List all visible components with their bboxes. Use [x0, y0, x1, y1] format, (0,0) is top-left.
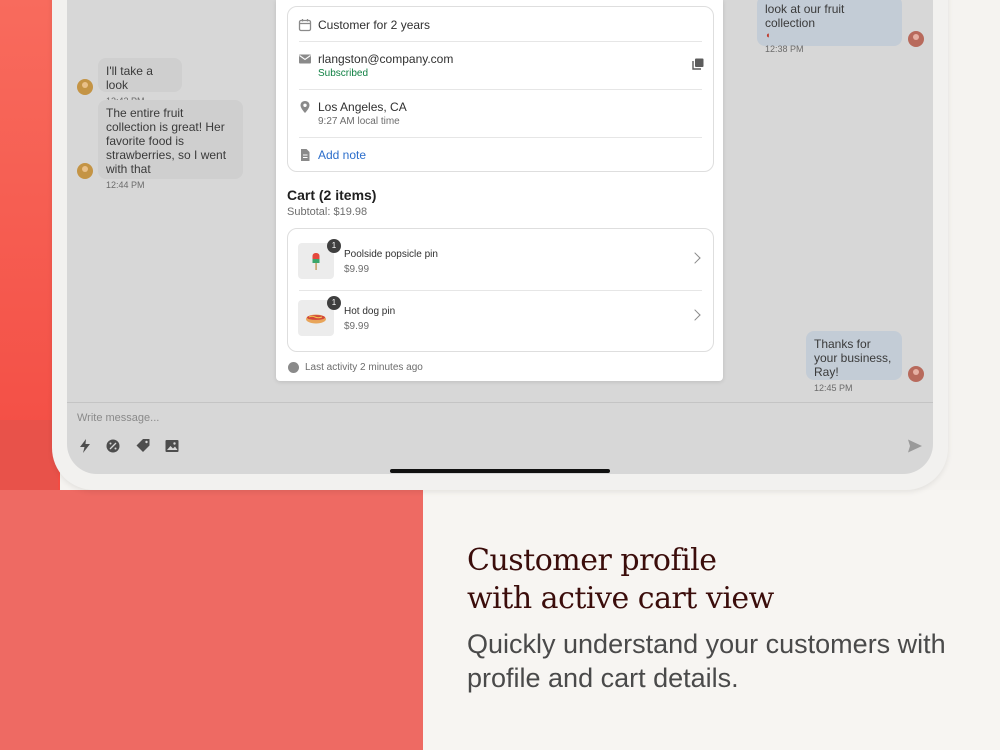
- add-note-link[interactable]: Add note: [318, 148, 366, 162]
- message-bubble: The entire fruit collection is great! He…: [98, 100, 243, 190]
- subscription-status: Subscribed: [318, 68, 369, 79]
- message-time: 12:45 PM: [814, 383, 853, 393]
- message-time: 12:38 PM: [765, 44, 804, 54]
- customer-avatar: [77, 79, 93, 95]
- quantity-badge: 1: [327, 296, 341, 310]
- chevron-right-icon: [689, 252, 701, 264]
- message-bubble: Thanks for your business, Ray! 12:45 PM: [806, 331, 902, 393]
- message-bubble: I'll take a look 12:42 PM: [98, 58, 182, 106]
- cart-item[interactable]: 1 Hot dog pin $9.99: [288, 290, 713, 351]
- message-text: look at our fruit collection: [765, 2, 845, 30]
- watermelon-icon: ◖: [765, 30, 771, 40]
- customer-profile-panel: Customer for 2 years rlangston@company.c…: [276, 0, 723, 381]
- divider: [299, 41, 702, 42]
- message-text: I'll take a look: [106, 64, 153, 92]
- tablet-screen: I'll take a look 12:42 PM The entire fru…: [67, 0, 933, 474]
- message-text: The entire fruit collection is great! He…: [106, 106, 227, 176]
- message-bubble: look at our fruit collection ◖ 12:38 PM: [757, 0, 902, 54]
- cart-item[interactable]: 1 Poolside popsicle pin $9.99: [288, 229, 713, 290]
- customer-location: Los Angeles, CA: [318, 100, 407, 114]
- cart-subtotal: Subtotal: $19.98: [287, 206, 368, 218]
- background-red-panel: [0, 490, 423, 750]
- quantity-badge: 1: [327, 239, 341, 253]
- customer-since-text: Customer for 2 years: [318, 18, 431, 32]
- composer-divider: [67, 402, 933, 403]
- message-time: 12:44 PM: [106, 180, 145, 190]
- merchant-avatar: [908, 366, 924, 382]
- chevron-right-icon: [689, 309, 701, 321]
- merchant-avatar: [908, 31, 924, 47]
- calendar-icon: [298, 19, 312, 32]
- home-indicator: [390, 469, 610, 473]
- lightning-icon[interactable]: [77, 438, 93, 454]
- product-name: Poolside popsicle pin: [344, 249, 438, 260]
- last-activity-text: Last activity 2 minutes ago: [305, 362, 423, 373]
- note-icon: [301, 149, 310, 161]
- cart-items-card: 1 Poolside popsicle pin $9.99 1 Hot dog …: [287, 228, 714, 352]
- send-icon[interactable]: [907, 438, 923, 454]
- marketing-headline: Customer profile with active cart view: [467, 542, 774, 618]
- headline-line-1: Customer profile: [467, 543, 717, 578]
- marketing-subline: Quickly understand your customers with p…: [467, 629, 946, 693]
- mail-icon: [299, 54, 311, 64]
- product-price: $9.99: [344, 321, 370, 332]
- divider: [299, 137, 702, 138]
- discount-icon[interactable]: [105, 438, 121, 454]
- cart-title: Cart (2 items): [287, 187, 377, 203]
- message-input[interactable]: Write message...: [77, 412, 159, 424]
- product-name: Hot dog pin: [344, 306, 396, 317]
- customer-email[interactable]: rlangston@company.com: [318, 52, 453, 66]
- message-text: Thanks for your business, Ray!: [814, 337, 892, 379]
- customer-local-time: 9:27 AM local time: [318, 116, 400, 127]
- clock-icon: [288, 362, 299, 373]
- divider: [299, 89, 702, 90]
- headline-line-2: with active cart view: [467, 581, 774, 616]
- customer-avatar: [77, 163, 93, 179]
- tag-icon[interactable]: [135, 438, 151, 454]
- customer-info-card: Customer for 2 years rlangston@company.c…: [287, 6, 714, 172]
- image-icon[interactable]: [164, 438, 180, 454]
- background-light-panel: [423, 490, 1000, 750]
- location-pin-icon: [300, 101, 310, 113]
- product-price: $9.99: [344, 264, 370, 275]
- copy-icon[interactable]: [692, 58, 704, 70]
